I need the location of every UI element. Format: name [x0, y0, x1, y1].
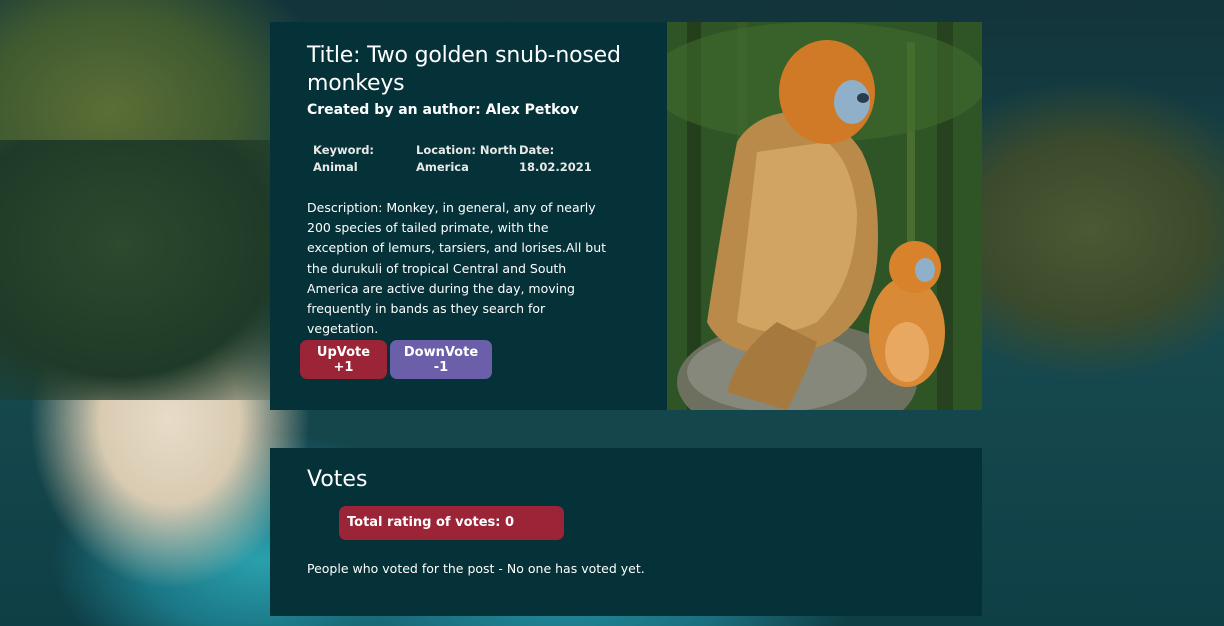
- votes-card: Votes Total rating of votes: 0 People wh…: [270, 448, 982, 616]
- meta-location: Location: North America: [416, 142, 519, 176]
- voters-text: People who voted for the post - No one h…: [307, 561, 645, 576]
- post-card: Title: Two golden snub-nosed monkeys Cre…: [270, 22, 982, 410]
- total-rating-badge: Total rating of votes: 0: [339, 506, 564, 540]
- downvote-button[interactable]: DownVote -1: [390, 340, 492, 379]
- votes-title: Votes: [307, 467, 368, 492]
- post-title: Title: Two golden snub-nosed monkeys: [307, 43, 621, 96]
- upvote-button[interactable]: UpVote +1: [300, 340, 387, 379]
- post-image: [667, 22, 982, 410]
- vote-buttons: UpVote +1 DownVote -1: [300, 340, 492, 379]
- monkeys-illustration: [667, 22, 982, 410]
- meta-keyword: Keyword: Animal: [313, 142, 416, 176]
- date-value: 18.02.2021: [519, 160, 592, 174]
- location-label: Location: North: [416, 143, 517, 157]
- post-description: Description: Monkey, in general, any of …: [307, 200, 607, 337]
- background-landscape: [0, 140, 300, 400]
- post-meta: Keyword: Animal Location: North America …: [313, 142, 637, 176]
- date-label: Date:: [519, 143, 555, 157]
- keyword-label: Keyword:: [313, 143, 375, 157]
- keyword-value: Animal: [313, 160, 358, 174]
- location-value: America: [416, 160, 469, 174]
- post-info: Title: Two golden snub-nosed monkeys Cre…: [270, 22, 667, 410]
- meta-date: Date: 18.02.2021: [519, 142, 622, 176]
- post-author: Created by an author: Alex Petkov: [307, 102, 579, 118]
